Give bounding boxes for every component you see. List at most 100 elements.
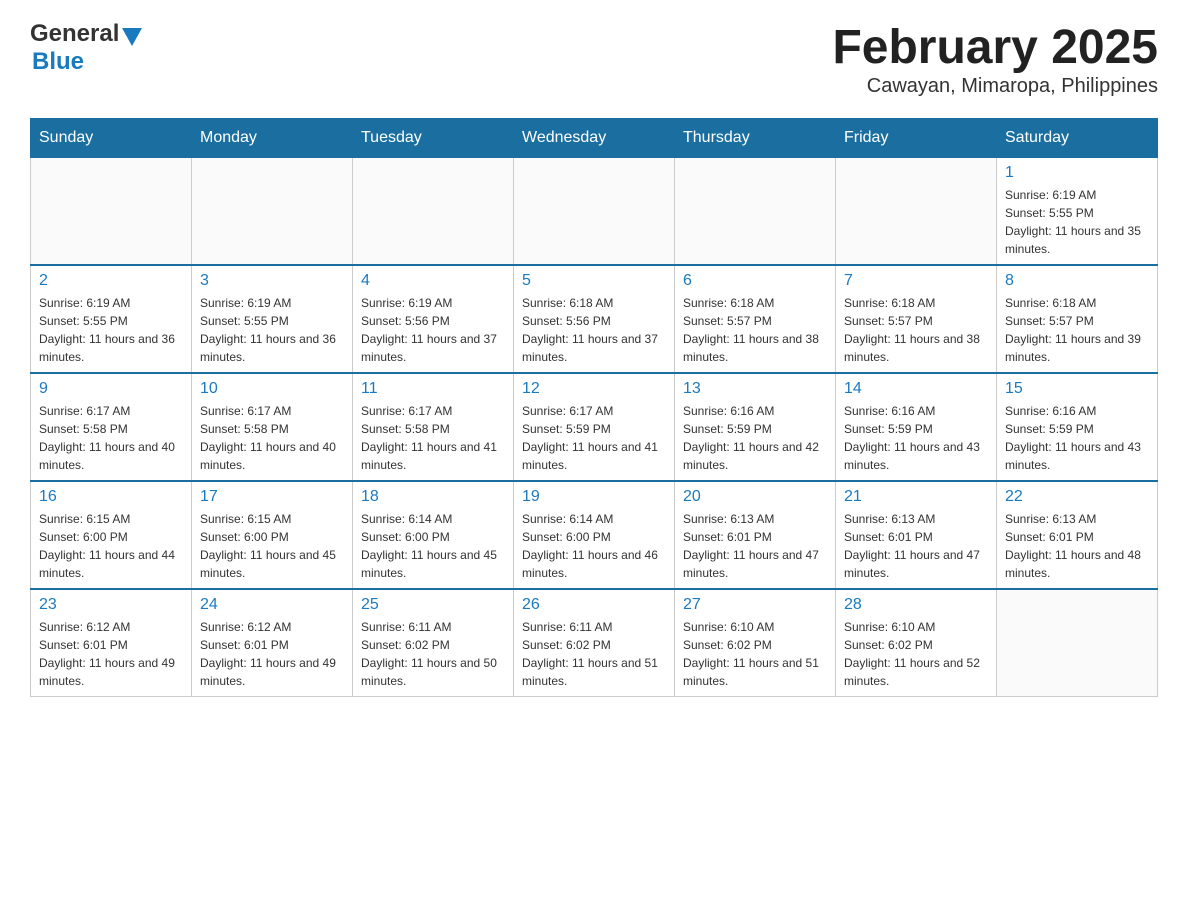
calendar-cell: 22 Sunrise: 6:13 AM Sunset: 6:01 PM Dayli… <box>997 481 1158 589</box>
calendar-week-row: 16 Sunrise: 6:15 AM Sunset: 6:00 PM Dayli… <box>31 481 1158 589</box>
calendar-cell: 23 Sunrise: 6:12 AM Sunset: 6:01 PM Dayli… <box>31 589 192 697</box>
calendar-cell: 6 Sunrise: 6:18 AM Sunset: 5:57 PM Daylig… <box>675 265 836 373</box>
day-info: Sunrise: 6:17 AM Sunset: 5:58 PM Dayligh… <box>200 402 344 474</box>
calendar-cell: 1Sunrise: 6:19 AM Sunset: 5:55 PM Daylig… <box>997 158 1158 266</box>
calendar-week-row: 1Sunrise: 6:19 AM Sunset: 5:55 PM Daylig… <box>31 158 1158 266</box>
column-header-friday: Friday <box>836 119 997 158</box>
month-title: February 2025 <box>832 20 1158 75</box>
day-info: Sunrise: 6:18 AM Sunset: 5:57 PM Dayligh… <box>683 294 827 366</box>
calendar-cell: 25Sunrise: 6:11 AM Sunset: 6:02 PM Dayli… <box>353 589 514 697</box>
calendar-cell <box>514 158 675 266</box>
day-number: 20 <box>683 488 827 506</box>
calendar-cell <box>353 158 514 266</box>
day-number: 10 <box>200 380 344 398</box>
calendar-cell: 21 Sunrise: 6:13 AM Sunset: 6:01 PM Dayli… <box>836 481 997 589</box>
day-number: 1 <box>1005 164 1149 182</box>
column-header-tuesday: Tuesday <box>353 119 514 158</box>
calendar-cell <box>31 158 192 266</box>
day-info: Sunrise: 6:13 AM Sunset: 6:01 PM Dayligh… <box>844 510 988 582</box>
day-info: Sunrise: 6:18 AM Sunset: 5:57 PM Dayligh… <box>844 294 988 366</box>
day-number: 4 <box>361 272 505 290</box>
day-number: 21 <box>844 488 988 506</box>
calendar-cell: 9 Sunrise: 6:17 AM Sunset: 5:58 PM Daylig… <box>31 373 192 481</box>
calendar-cell: 19 Sunrise: 6:14 AM Sunset: 6:00 PM Dayli… <box>514 481 675 589</box>
calendar-cell: 13 Sunrise: 6:16 AM Sunset: 5:59 PM Dayli… <box>675 373 836 481</box>
day-number: 5 <box>522 272 666 290</box>
day-info: Sunrise: 6:16 AM Sunset: 5:59 PM Dayligh… <box>1005 402 1149 474</box>
day-info: Sunrise: 6:17 AM Sunset: 5:58 PM Dayligh… <box>39 402 183 474</box>
day-info: Sunrise: 6:17 AM Sunset: 5:58 PM Dayligh… <box>361 402 505 474</box>
day-info: Sunrise: 6:11 AM Sunset: 6:02 PM Dayligh… <box>522 618 666 690</box>
day-info: Sunrise: 6:12 AM Sunset: 6:01 PM Dayligh… <box>200 618 344 690</box>
day-info: Sunrise: 6:13 AM Sunset: 6:01 PM Dayligh… <box>1005 510 1149 582</box>
calendar-cell <box>836 158 997 266</box>
day-number: 9 <box>39 380 183 398</box>
column-header-wednesday: Wednesday <box>514 119 675 158</box>
day-number: 12 <box>522 380 666 398</box>
day-info: Sunrise: 6:15 AM Sunset: 6:00 PM Dayligh… <box>39 510 183 582</box>
day-info: Sunrise: 6:19 AM Sunset: 5:55 PM Dayligh… <box>200 294 344 366</box>
column-header-sunday: Sunday <box>31 119 192 158</box>
day-number: 3 <box>200 272 344 290</box>
calendar-cell: 8 Sunrise: 6:18 AM Sunset: 5:57 PM Daylig… <box>997 265 1158 373</box>
day-number: 8 <box>1005 272 1149 290</box>
calendar-cell: 15 Sunrise: 6:16 AM Sunset: 5:59 PM Dayli… <box>997 373 1158 481</box>
day-info: Sunrise: 6:15 AM Sunset: 6:00 PM Dayligh… <box>200 510 344 582</box>
day-number: 25 <box>361 596 505 614</box>
day-number: 22 <box>1005 488 1149 506</box>
day-info: Sunrise: 6:10 AM Sunset: 6:02 PM Dayligh… <box>683 618 827 690</box>
calendar-cell: 3 Sunrise: 6:19 AM Sunset: 5:55 PM Daylig… <box>192 265 353 373</box>
day-number: 27 <box>683 596 827 614</box>
day-number: 13 <box>683 380 827 398</box>
day-number: 6 <box>683 272 827 290</box>
day-number: 16 <box>39 488 183 506</box>
day-number: 23 <box>39 596 183 614</box>
calendar-cell: 20 Sunrise: 6:13 AM Sunset: 6:01 PM Dayli… <box>675 481 836 589</box>
calendar-cell <box>675 158 836 266</box>
day-info: Sunrise: 6:16 AM Sunset: 5:59 PM Dayligh… <box>683 402 827 474</box>
day-info: Sunrise: 6:14 AM Sunset: 6:00 PM Dayligh… <box>361 510 505 582</box>
calendar-cell: 17Sunrise: 6:15 AM Sunset: 6:00 PM Dayli… <box>192 481 353 589</box>
calendar-cell: 5 Sunrise: 6:18 AM Sunset: 5:56 PM Daylig… <box>514 265 675 373</box>
calendar-table: SundayMondayTuesdayWednesdayThursdayFrid… <box>30 118 1158 697</box>
calendar-header-row: SundayMondayTuesdayWednesdayThursdayFrid… <box>31 119 1158 158</box>
calendar-cell: 2Sunrise: 6:19 AM Sunset: 5:55 PM Daylig… <box>31 265 192 373</box>
column-header-thursday: Thursday <box>675 119 836 158</box>
day-info: Sunrise: 6:13 AM Sunset: 6:01 PM Dayligh… <box>683 510 827 582</box>
calendar-cell: 24 Sunrise: 6:12 AM Sunset: 6:01 PM Dayli… <box>192 589 353 697</box>
day-info: Sunrise: 6:18 AM Sunset: 5:56 PM Dayligh… <box>522 294 666 366</box>
day-info: Sunrise: 6:17 AM Sunset: 5:59 PM Dayligh… <box>522 402 666 474</box>
calendar-cell <box>192 158 353 266</box>
calendar-cell: 27 Sunrise: 6:10 AM Sunset: 6:02 PM Dayli… <box>675 589 836 697</box>
column-header-monday: Monday <box>192 119 353 158</box>
logo-blue-text: Blue <box>32 48 142 76</box>
title-section: February 2025 Cawayan, Mimaropa, Philipp… <box>832 20 1158 98</box>
day-info: Sunrise: 6:16 AM Sunset: 5:59 PM Dayligh… <box>844 402 988 474</box>
calendar-week-row: 2 Sunrise: 6:19 AM Sunset: 5:55 PM Daylig… <box>31 265 1158 373</box>
location: Cawayan, Mimaropa, Philippines <box>832 75 1158 98</box>
calendar-cell: 26Sunrise: 6:11 AM Sunset: 6:02 PM Dayli… <box>514 589 675 697</box>
day-info: Sunrise: 6:12 AM Sunset: 6:01 PM Dayligh… <box>39 618 183 690</box>
day-number: 19 <box>522 488 666 506</box>
calendar-cell: 10 Sunrise: 6:17 AM Sunset: 5:58 PM Dayli… <box>192 373 353 481</box>
calendar-cell: 11 Sunrise: 6:17 AM Sunset: 5:58 PM Dayli… <box>353 373 514 481</box>
calendar-cell: 28Sunrise: 6:10 AM Sunset: 6:02 PM Dayli… <box>836 589 997 697</box>
day-number: 24 <box>200 596 344 614</box>
calendar-cell: 7 Sunrise: 6:18 AM Sunset: 5:57 PM Daylig… <box>836 265 997 373</box>
calendar-cell: 12 Sunrise: 6:17 AM Sunset: 5:59 PM Dayli… <box>514 373 675 481</box>
day-number: 11 <box>361 380 505 398</box>
day-number: 2 <box>39 272 183 290</box>
day-info: Sunrise: 6:14 AM Sunset: 6:00 PM Dayligh… <box>522 510 666 582</box>
logo: General Blue <box>30 20 142 76</box>
calendar-cell <box>997 589 1158 697</box>
day-info: Sunrise: 6:18 AM Sunset: 5:57 PM Dayligh… <box>1005 294 1149 366</box>
column-header-saturday: Saturday <box>997 119 1158 158</box>
calendar-week-row: 23 Sunrise: 6:12 AM Sunset: 6:01 PM Dayli… <box>31 589 1158 697</box>
day-number: 14 <box>844 380 988 398</box>
day-number: 15 <box>1005 380 1149 398</box>
calendar-cell: 14 Sunrise: 6:16 AM Sunset: 5:59 PM Dayli… <box>836 373 997 481</box>
day-number: 7 <box>844 272 988 290</box>
calendar-cell: 4Sunrise: 6:19 AM Sunset: 5:56 PM Daylig… <box>353 265 514 373</box>
day-number: 28 <box>844 596 988 614</box>
calendar-cell: 18Sunrise: 6:14 AM Sunset: 6:00 PM Dayli… <box>353 481 514 589</box>
